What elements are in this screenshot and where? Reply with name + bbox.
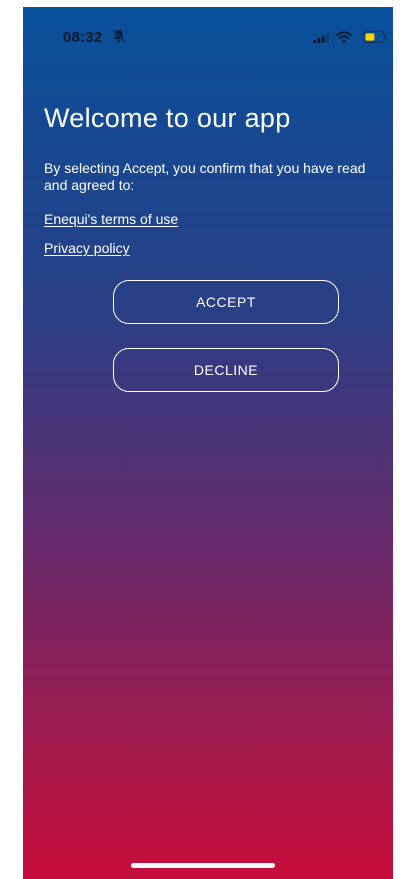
accept-button[interactable]: ACCEPT bbox=[113, 280, 339, 324]
terms-of-use-link[interactable]: Enequi's terms of use bbox=[44, 211, 178, 227]
consent-text: By selecting Accept, you confirm that yo… bbox=[44, 160, 366, 193]
wifi-icon bbox=[336, 31, 352, 43]
battery-icon bbox=[363, 31, 387, 43]
home-indicator[interactable] bbox=[131, 863, 275, 868]
status-time: 08:32 bbox=[63, 29, 103, 46]
privacy-policy-link[interactable]: Privacy policy bbox=[44, 240, 130, 256]
signal-icon bbox=[313, 33, 329, 43]
bell-off-icon bbox=[112, 29, 126, 43]
welcome-screen: 08:32 Welcome to our app By selecting Ac… bbox=[23, 7, 393, 879]
decline-button[interactable]: DECLINE bbox=[113, 348, 339, 392]
page-title: Welcome to our app bbox=[44, 103, 291, 133]
status-bar: 08:32 bbox=[23, 7, 393, 57]
